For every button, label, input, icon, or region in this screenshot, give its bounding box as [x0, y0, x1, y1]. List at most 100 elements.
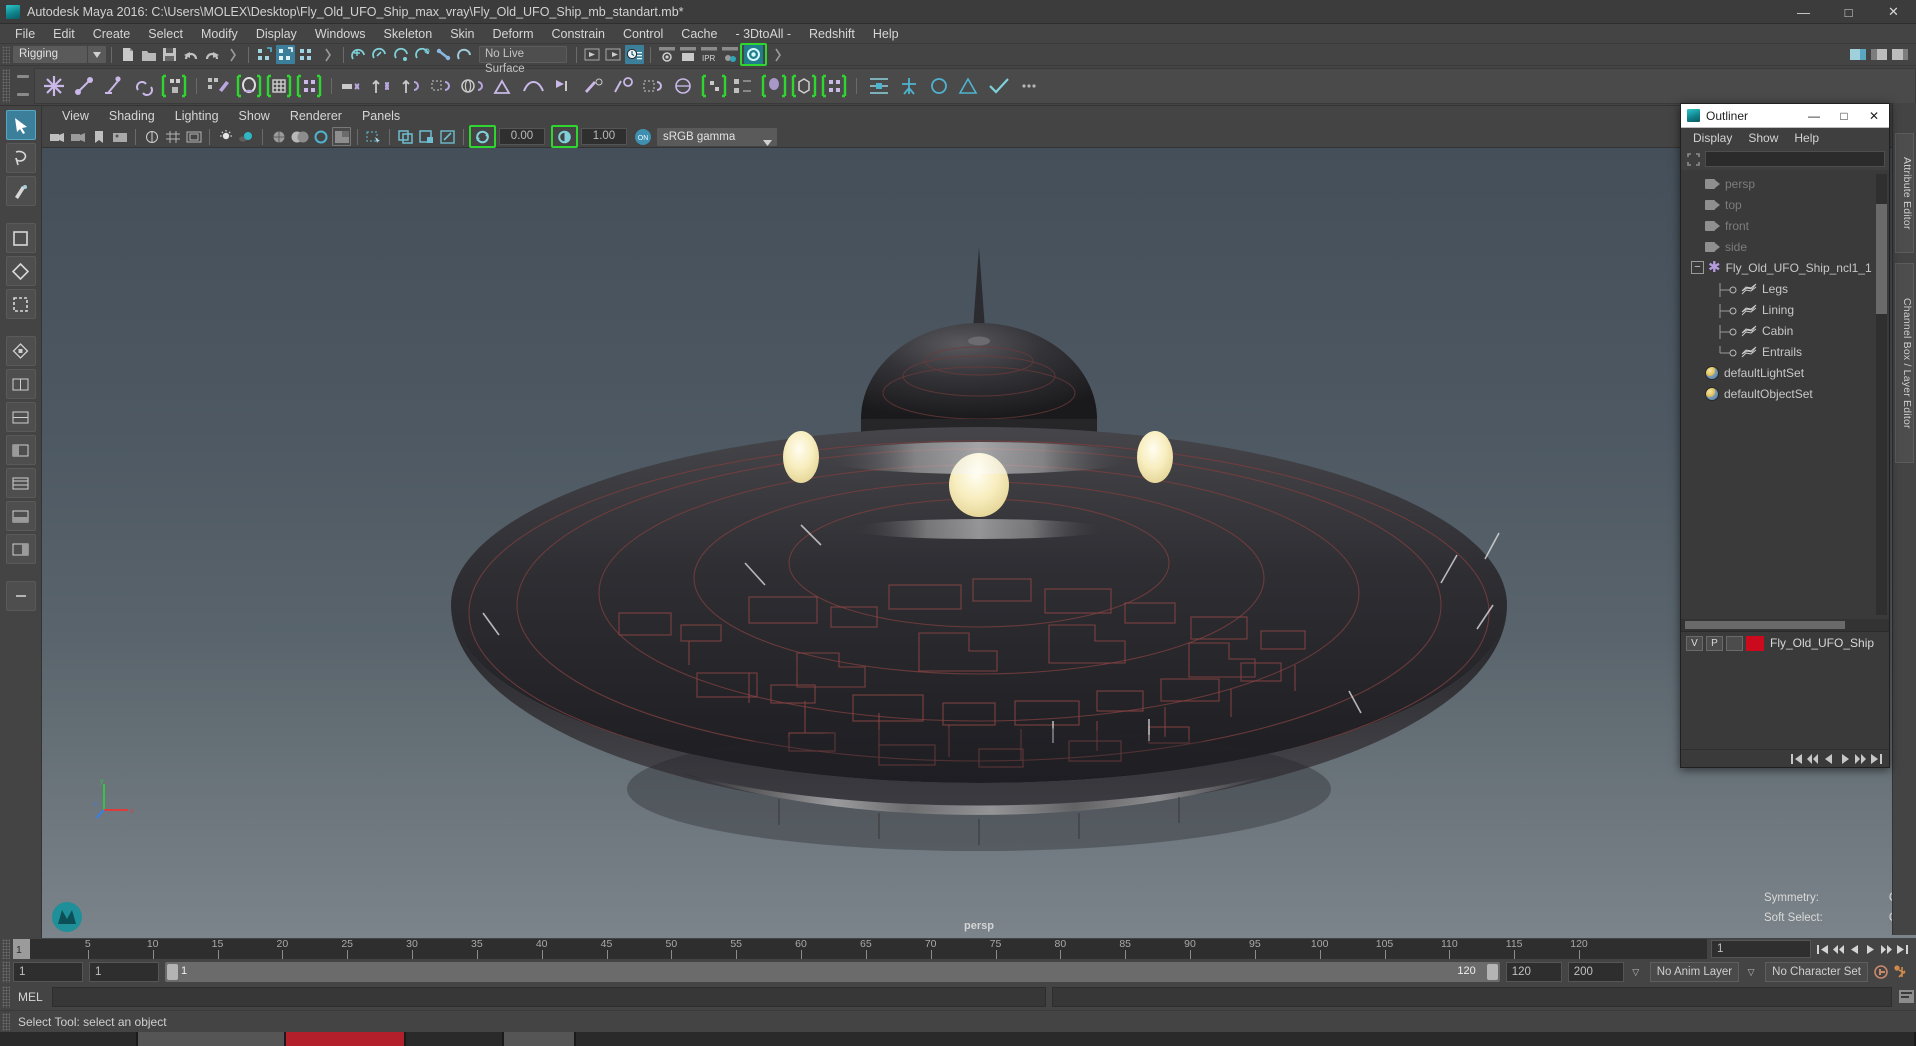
select-tool[interactable]	[5, 110, 36, 140]
vp-menu-shading[interactable]: Shading	[99, 106, 165, 126]
layer-visibility-toggle[interactable]: V	[1686, 635, 1703, 651]
command-input[interactable]	[52, 987, 1046, 1007]
joint-orient-highlight-icon[interactable]	[759, 70, 789, 102]
outliner-close-button[interactable]: ✕	[1859, 104, 1889, 128]
outliner-window[interactable]: Outliner — □ ✕ Display Show Help persp to…	[1680, 103, 1890, 768]
help-line-grip[interactable]	[2, 1012, 10, 1031]
snap-view-plane-icon[interactable]	[434, 45, 453, 64]
redshift-settings-icon[interactable]	[720, 45, 739, 64]
menu-skeleton[interactable]: Skeleton	[375, 24, 442, 44]
grid-toggle-icon[interactable]	[163, 127, 182, 146]
human-ik-icon[interactable]	[894, 70, 924, 102]
gamma-field[interactable]: 1.00	[581, 128, 627, 145]
playback-play-forward-button[interactable]	[1862, 942, 1878, 956]
menu-deform[interactable]: Deform	[484, 24, 543, 44]
outliner-item-side[interactable]: side	[1681, 236, 1889, 257]
playback-previous-key-button[interactable]	[1846, 942, 1862, 956]
taskbar-item[interactable]	[576, 1032, 1914, 1046]
taskbar-item[interactable]	[138, 1032, 284, 1046]
menu-display[interactable]: Display	[247, 24, 306, 44]
chevron-collapse-icon[interactable]	[318, 45, 337, 64]
scale-tool[interactable]	[5, 289, 36, 319]
normal-constraint-icon[interactable]	[579, 70, 609, 102]
minimize-button[interactable]: —	[1781, 0, 1826, 24]
xray-display-icon[interactable]	[364, 127, 383, 146]
playback-next-key-button[interactable]	[1878, 942, 1894, 956]
set-driven-key-icon[interactable]	[639, 70, 669, 102]
time-slider-grip[interactable]	[2, 939, 10, 959]
outliner-menu-show[interactable]: Show	[1740, 128, 1786, 148]
outliner-maximize-button[interactable]: □	[1829, 104, 1859, 128]
range-end-field[interactable]: 200	[1567, 962, 1624, 982]
menu-set-dropdown-arrow[interactable]	[88, 46, 106, 63]
outliner-menu-display[interactable]: Display	[1685, 128, 1740, 148]
menu-set-selector[interactable]: Rigging	[13, 46, 87, 63]
render-current-frame-highlight[interactable]	[740, 43, 767, 66]
anim-end-field[interactable]: 120	[1505, 962, 1562, 982]
orient-constraint-icon[interactable]	[399, 70, 429, 102]
persp-graph-layout-button[interactable]	[5, 501, 36, 531]
deform-lattice-highlight-icon[interactable]	[789, 70, 819, 102]
redo-icon[interactable]	[202, 45, 221, 64]
outliner-persp-layout-button[interactable]	[5, 435, 36, 465]
render-sequence-icon[interactable]	[604, 45, 623, 64]
playback-step-back-button[interactable]	[1830, 942, 1846, 956]
layer-shading-toggle[interactable]	[1726, 635, 1743, 651]
lasso-tool[interactable]	[5, 143, 36, 173]
new-scene-icon[interactable]	[118, 45, 137, 64]
outliner-horizontal-scrollbar[interactable]	[1681, 619, 1889, 631]
chevron-collapse-icon[interactable]	[223, 45, 242, 64]
light-bulb-icon[interactable]	[216, 127, 235, 146]
more-shelf-items-icon[interactable]	[1014, 70, 1044, 102]
select-object-icon[interactable]	[276, 45, 295, 64]
layer-row[interactable]: V P Fly_Old_UFO_Ship	[1681, 632, 1889, 652]
menu-3dtoall[interactable]: - 3DtoAll -	[726, 24, 800, 44]
outliner-vertical-scrollbar[interactable]	[1876, 174, 1887, 615]
vp-menu-view[interactable]: View	[52, 106, 99, 126]
outliner-search-input[interactable]	[1705, 151, 1885, 167]
range-start-handle[interactable]	[167, 964, 178, 980]
anim-layer-select[interactable]: No Anim Layer	[1649, 962, 1740, 982]
layer-step-forward-button[interactable]	[1853, 752, 1869, 766]
smooth-shade-all-icon[interactable]	[290, 127, 309, 146]
expand-toolbox-button[interactable]	[5, 581, 36, 611]
character-set-select[interactable]: No Character Set	[1765, 962, 1868, 982]
isolate-add-icon[interactable]	[417, 127, 436, 146]
open-render-view-icon[interactable]	[583, 45, 602, 64]
show-tool-settings-icon[interactable]	[1869, 45, 1888, 64]
texture-display-icon[interactable]	[332, 127, 351, 146]
exposure-field[interactable]: 0.00	[499, 128, 545, 145]
snap-grid-icon[interactable]	[350, 45, 369, 64]
wire-tool-icon[interactable]	[669, 70, 699, 102]
color-management-select[interactable]: sRGB gamma	[657, 127, 777, 146]
vp-menu-show[interactable]: Show	[229, 106, 280, 126]
show-attribute-editor-icon[interactable]	[1848, 45, 1867, 64]
save-scene-icon[interactable]	[160, 45, 179, 64]
selection-filter-icon[interactable]	[1685, 151, 1702, 168]
layer-color-swatch[interactable]	[1746, 635, 1764, 651]
gamma-icon[interactable]	[555, 127, 574, 146]
camera-attributes-icon[interactable]	[68, 127, 87, 146]
menu-control[interactable]: Control	[614, 24, 672, 44]
close-button[interactable]: ✕	[1871, 0, 1916, 24]
mirror-joint-highlight-icon[interactable]	[699, 70, 729, 102]
expand-collapse-icon[interactable]: −	[1691, 261, 1704, 274]
select-camera-icon[interactable]	[47, 127, 66, 146]
redshift-region-icon[interactable]	[678, 45, 697, 64]
magnet-icon[interactable]	[455, 45, 474, 64]
live-surface-field[interactable]: No Live Surface	[479, 46, 567, 75]
time-slider-track[interactable]: 1 5 10 15 20 25 30 35 40 45 50 55 60 65 70 75 80 85 90 95 1…	[13, 939, 1707, 959]
menu-skin[interactable]: Skin	[441, 24, 483, 44]
layer-playback-toggle[interactable]: P	[1706, 635, 1723, 651]
outliner-item-lining[interactable]: Lining	[1681, 299, 1889, 320]
connect-joint-icon[interactable]	[729, 70, 759, 102]
outliner-minimize-button[interactable]: —	[1799, 104, 1829, 128]
vp-menu-renderer[interactable]: Renderer	[280, 106, 352, 126]
outliner-item-defaultobjectset[interactable]: defaultObjectSet	[1681, 383, 1889, 404]
outliner-item-legs[interactable]: Legs	[1681, 278, 1889, 299]
menu-redshift[interactable]: Redshift	[800, 24, 864, 44]
range-slider-grip[interactable]	[2, 961, 10, 983]
shadows-icon[interactable]	[237, 127, 256, 146]
create-ik-spline-icon[interactable]	[99, 70, 129, 102]
point-constraint-icon[interactable]	[369, 70, 399, 102]
